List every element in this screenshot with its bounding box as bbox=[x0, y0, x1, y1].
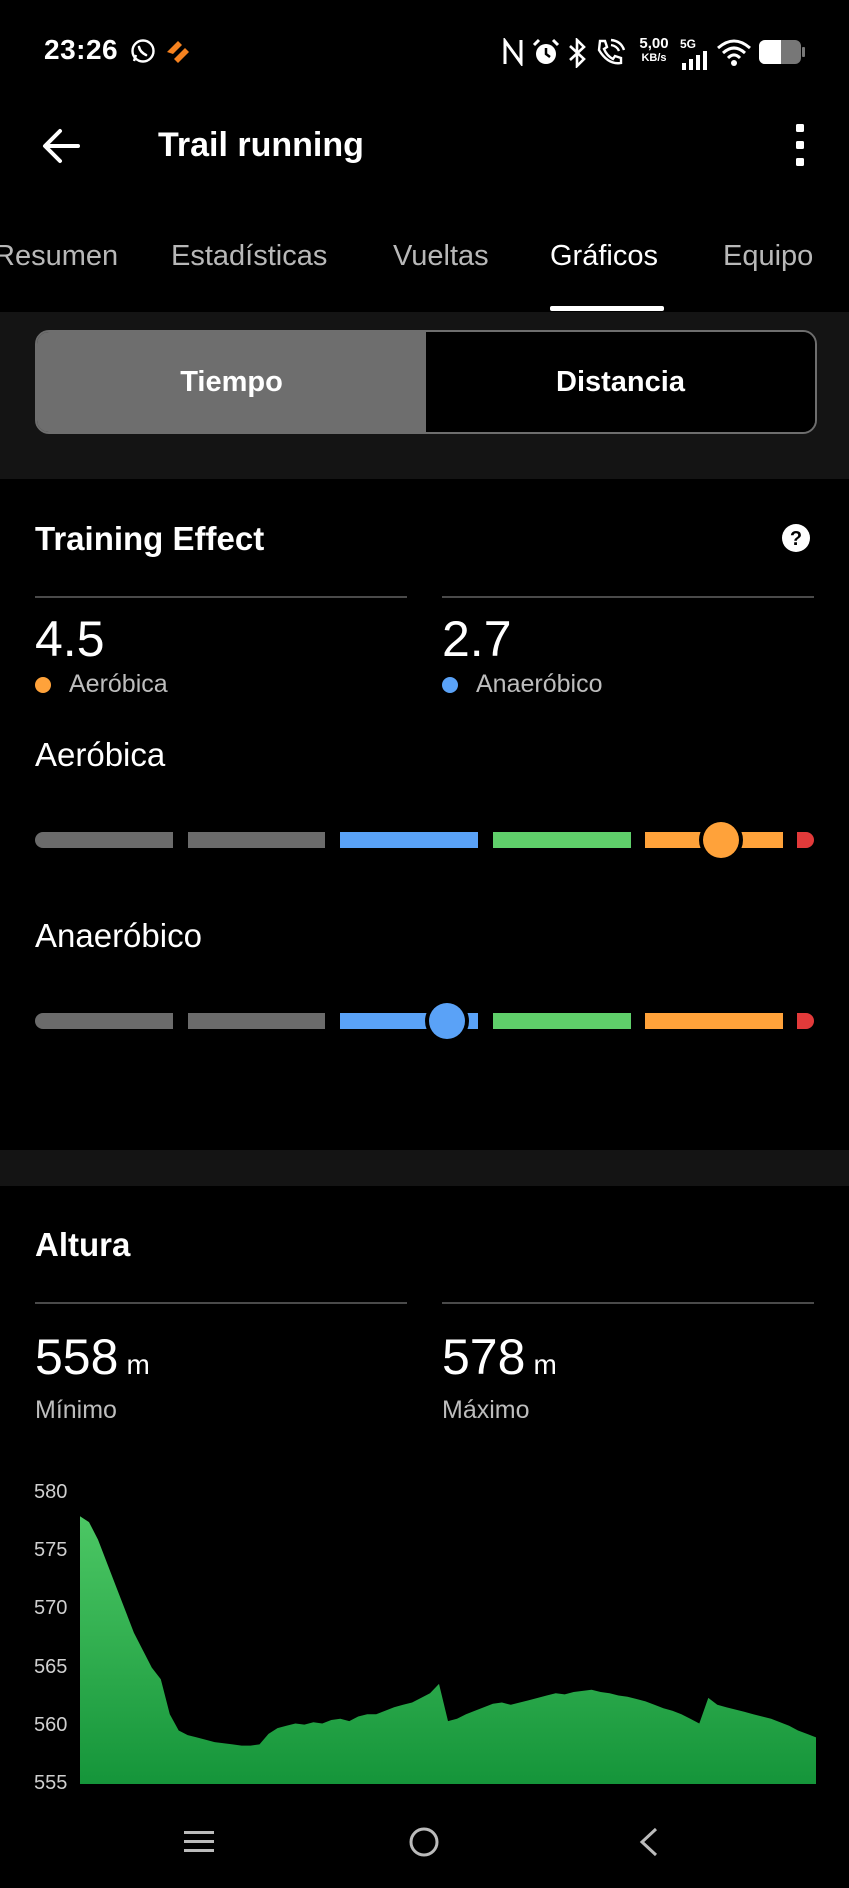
nfc-icon bbox=[503, 38, 523, 66]
wifi-calling-icon bbox=[597, 38, 626, 65]
status-bar: 23:26 5,00 KB/s 5G bbox=[0, 0, 849, 100]
network-type: 5G bbox=[680, 37, 697, 51]
divider bbox=[442, 596, 814, 598]
y-tick-label: 565 bbox=[34, 1655, 68, 1678]
whatsapp-icon bbox=[131, 39, 155, 63]
tab-equipo[interactable]: Equipo bbox=[723, 240, 813, 273]
altitude-chart bbox=[80, 1516, 816, 1784]
bluetooth-icon bbox=[569, 38, 586, 68]
anaerobic-gauge-marker bbox=[429, 1003, 466, 1039]
anaerobic-label: Anaeróbico bbox=[476, 670, 603, 698]
y-tick-label: 580 bbox=[34, 1481, 68, 1503]
svg-text:?: ? bbox=[790, 528, 802, 550]
status-time: 23:26 bbox=[44, 34, 119, 65]
network-speed-value: 5,00 bbox=[639, 35, 669, 52]
active-tab-indicator bbox=[550, 306, 664, 311]
max-altitude-value: 578 bbox=[442, 1329, 526, 1385]
tab-vueltas[interactable]: Vueltas bbox=[393, 240, 489, 273]
aerobic-gauge-label: Aeróbica bbox=[35, 736, 166, 773]
home-icon[interactable] bbox=[408, 1826, 440, 1858]
section-gap bbox=[0, 1150, 849, 1186]
aerobic-gauge-marker bbox=[703, 822, 739, 858]
signal-icon bbox=[682, 51, 707, 70]
tab-estadisticas[interactable]: Estadísticas bbox=[171, 240, 327, 273]
altitude-title: Altura bbox=[35, 1226, 131, 1263]
battery-icon bbox=[759, 40, 805, 64]
network-speed: 5,00 KB/s bbox=[634, 36, 674, 66]
anaerobic-dot bbox=[442, 676, 458, 693]
max-altitude: 578 m bbox=[442, 1328, 557, 1386]
aerobic-gauge-segment bbox=[35, 832, 173, 848]
back-icon[interactable] bbox=[636, 1826, 660, 1858]
aerobic-gauge-segment bbox=[797, 832, 814, 848]
altitude-area bbox=[80, 1516, 816, 1784]
anaerobic-gauge-segment bbox=[188, 1013, 325, 1029]
divider bbox=[35, 596, 407, 598]
anaerobic-gauge-segment bbox=[493, 1013, 631, 1029]
min-altitude-label: Mínimo bbox=[35, 1396, 117, 1424]
more-options-icon[interactable] bbox=[790, 122, 810, 168]
tab-resumen[interactable]: Resumen bbox=[0, 240, 118, 273]
y-tick-label: 560 bbox=[34, 1713, 68, 1736]
y-tick-label: 570 bbox=[34, 1597, 68, 1620]
divider bbox=[35, 1302, 407, 1304]
alarm-icon bbox=[532, 38, 560, 64]
anaerobic-gauge-segment bbox=[645, 1013, 783, 1029]
max-altitude-label: Máximo bbox=[442, 1396, 530, 1424]
segment-distancia[interactable]: Distancia bbox=[426, 332, 815, 432]
min-altitude-value: 558 bbox=[35, 1329, 119, 1385]
max-altitude-unit: m bbox=[533, 1349, 557, 1380]
help-icon[interactable]: ? bbox=[781, 523, 811, 553]
anaerobic-gauge-segment bbox=[35, 1013, 173, 1029]
network-speed-unit: KB/s bbox=[641, 52, 667, 64]
anaerobic-gauge-segment bbox=[797, 1013, 814, 1029]
aerobic-gauge-segment bbox=[493, 832, 631, 848]
anaerobic-legend: Anaeróbico bbox=[442, 670, 602, 699]
wifi-icon bbox=[717, 39, 751, 66]
aerobic-label: Aeróbica bbox=[69, 670, 168, 698]
aerobic-gauge bbox=[0, 820, 849, 860]
min-altitude: 558 m bbox=[35, 1328, 150, 1386]
aerobic-gauge-segment bbox=[188, 832, 325, 848]
training-effect-title: Training Effect bbox=[35, 520, 265, 557]
anaerobic-gauge-label: Anaeróbico bbox=[35, 917, 202, 954]
anaerobic-gauge bbox=[0, 1001, 849, 1041]
anaerobic-value: 2.7 bbox=[442, 611, 512, 667]
aerobic-legend: Aeróbica bbox=[35, 670, 168, 699]
y-tick-label: 575 bbox=[34, 1539, 68, 1562]
aerobic-value: 4.5 bbox=[35, 611, 105, 667]
tab-graficos[interactable]: Gráficos bbox=[550, 240, 658, 273]
aerobic-gauge-segment bbox=[340, 832, 478, 848]
aerobic-dot bbox=[35, 676, 51, 693]
page-title: Trail running bbox=[158, 126, 364, 164]
fitness-app-icon bbox=[167, 41, 189, 63]
segment-tiempo[interactable]: Tiempo bbox=[37, 332, 426, 432]
menu-icon[interactable] bbox=[183, 1829, 215, 1855]
divider bbox=[442, 1302, 814, 1304]
time-distance-toggle: Tiempo Distancia bbox=[35, 330, 817, 434]
min-altitude-unit: m bbox=[126, 1349, 150, 1380]
back-arrow-icon[interactable] bbox=[40, 126, 82, 166]
